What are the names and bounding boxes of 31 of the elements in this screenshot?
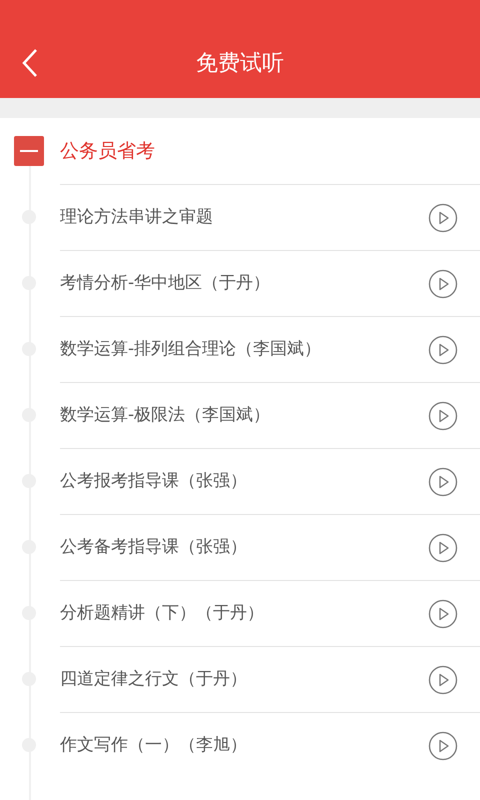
lesson-row[interactable]: 考情分析-华中地区（于丹） bbox=[60, 250, 480, 316]
lesson-row[interactable]: 四道定律之行文（于丹） bbox=[60, 646, 480, 712]
lesson-row[interactable]: 理论方法串讲之审题 bbox=[60, 184, 480, 250]
lesson-row[interactable]: 数学运算-极限法（李国斌） bbox=[60, 382, 480, 448]
play-icon[interactable] bbox=[428, 532, 458, 562]
lesson-title: 考情分析-华中地区（于丹） bbox=[60, 272, 270, 295]
lesson-title: 公考报考指导课（张强） bbox=[60, 470, 247, 493]
lesson-title: 公考备考指导课（张强） bbox=[60, 536, 247, 559]
lesson-row[interactable]: 公考报考指导课（张强） bbox=[60, 448, 480, 514]
play-icon[interactable] bbox=[428, 730, 458, 760]
play-icon[interactable] bbox=[428, 400, 458, 430]
play-icon[interactable] bbox=[428, 334, 458, 364]
play-icon[interactable] bbox=[428, 598, 458, 628]
play-icon[interactable] bbox=[428, 466, 458, 496]
play-icon[interactable] bbox=[428, 268, 458, 298]
lesson-title: 数学运算-排列组合理论（李国斌） bbox=[60, 338, 322, 361]
play-icon[interactable] bbox=[428, 202, 458, 232]
lesson-row[interactable]: 分析题精讲（下）（于丹） bbox=[60, 580, 480, 646]
play-icon[interactable] bbox=[428, 664, 458, 694]
lesson-title: 四道定律之行文（于丹） bbox=[60, 668, 247, 691]
page-title: 免费试听 bbox=[196, 50, 284, 78]
lesson-row[interactable]: 作文写作（一）（李旭） bbox=[60, 712, 480, 778]
lesson-row[interactable]: 公考备考指导课（张强） bbox=[60, 514, 480, 580]
lesson-title: 数学运算-极限法（李国斌） bbox=[60, 404, 270, 427]
lesson-row[interactable]: 数学运算-排列组合理论（李国斌） bbox=[60, 316, 480, 382]
back-icon[interactable] bbox=[22, 48, 38, 78]
collapse-toggle[interactable] bbox=[14, 136, 44, 166]
lesson-title: 作文写作（一）（李旭） bbox=[60, 734, 247, 757]
section-title: 公务员省考 bbox=[60, 138, 155, 164]
lesson-title: 理论方法串讲之审题 bbox=[60, 206, 213, 229]
lesson-title: 分析题精讲（下）（于丹） bbox=[60, 602, 264, 625]
